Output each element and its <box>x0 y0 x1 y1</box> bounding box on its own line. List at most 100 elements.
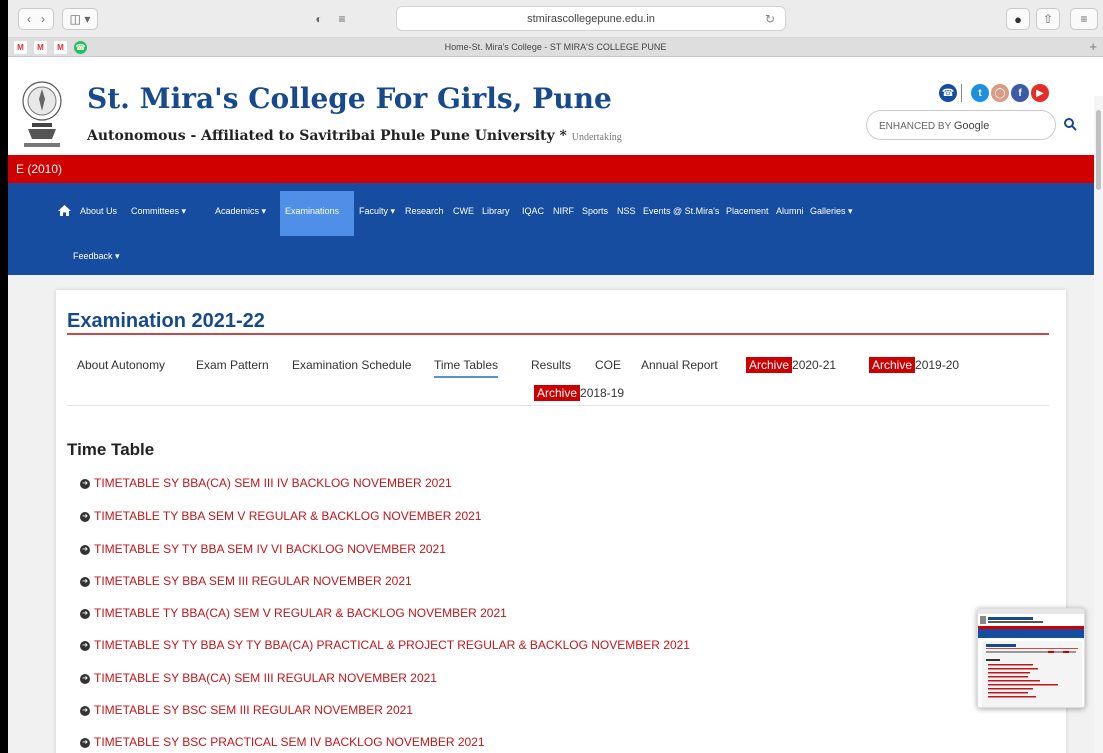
tab-exam-pattern[interactable]: Exam Pattern <box>196 358 269 372</box>
nav-events[interactable]: Events @ St.Mira's <box>638 191 724 236</box>
page-scrollbar[interactable] <box>1094 96 1103 753</box>
reader-button[interactable]: ≡ <box>332 8 352 30</box>
tab-overview-button[interactable]: ≡ <box>1070 8 1098 30</box>
search-brand-text: ENHANCED BY <box>879 121 952 132</box>
nav-about-us[interactable]: About Us <box>75 191 122 236</box>
timetable-link-label[interactable]: TIMETABLE SY BSC SEM III REGULAR NOVEMBE… <box>94 703 413 717</box>
share-button[interactable]: ⇧ <box>1036 8 1060 30</box>
nav-research[interactable]: Research <box>400 191 449 236</box>
timetable-link-label[interactable]: TIMETABLE SY BSC PRACTICAL SEM IV BACKLO… <box>94 735 485 749</box>
google-label: Google <box>953 120 990 132</box>
tab-annual-report[interactable]: Annual Report <box>641 358 718 372</box>
tab-archive-2018-19[interactable]: Archive 2018-19 <box>534 385 625 401</box>
archive-badge: Archive <box>869 357 916 373</box>
nav-alumni[interactable]: Alumni <box>771 191 809 236</box>
nav-academics[interactable]: Academics ▾ <box>210 191 271 236</box>
sidebar-icon: ◫ ▾ <box>69 12 91 26</box>
timetable-link-label[interactable]: TIMETABLE SY BBA SEM III REGULAR NOVEMBE… <box>94 574 412 588</box>
site-header: St. Mira's College For Girls, Pune Auton… <box>8 57 1103 155</box>
archive-badge: Archive <box>746 357 793 373</box>
nav-placement[interactable]: Placement <box>721 191 774 236</box>
twitter-icon[interactable]: t <box>971 84 989 102</box>
timetable-link[interactable]: ➜ TIMETABLE SY BSC SEM III REGULAR NOVEMB… <box>80 703 413 717</box>
tab-archive-2019-20[interactable]: Archive 2019-20 <box>869 357 960 373</box>
site-title[interactable]: St. Mira's College For Girls, Pune <box>87 82 612 115</box>
address-bar[interactable]: stmirascollegepune.edu.in ↻ <box>396 6 786 31</box>
arrow-circle-icon: ➜ <box>80 673 90 684</box>
tab-about-autonomy[interactable]: About Autonomy <box>77 358 165 372</box>
college-logo-icon[interactable] <box>18 81 66 153</box>
timetable-link[interactable]: ➜ TIMETABLE SY BSC PRACTICAL SEM IV BACKL… <box>80 735 485 749</box>
timetable-link-label[interactable]: TIMETABLE TY BBA(CA) SEM V REGULAR & BAC… <box>94 606 507 620</box>
main-nav: About Us Committees ▾ Academics ▾ Examin… <box>8 183 1103 275</box>
extension-button[interactable]: ● <box>1006 8 1030 30</box>
archive-year: 2018-19 <box>580 386 625 400</box>
nav-examinations[interactable]: Examinations <box>280 191 354 236</box>
back-forward-buttons[interactable]: ‹ › <box>18 8 54 30</box>
arrow-circle-icon: ➜ <box>80 705 90 716</box>
screenshot-thumbnail[interactable] <box>977 608 1085 708</box>
new-tab-button[interactable]: + <box>1089 39 1097 54</box>
timetable-link[interactable]: ➜ TIMETABLE TY BBA SEM V REGULAR & BACKLO… <box>80 509 481 523</box>
timetable-link-label[interactable]: TIMETABLE TY BBA SEM V REGULAR & BACKLOG… <box>94 509 481 523</box>
youtube-icon[interactable]: ▶ <box>1031 84 1049 102</box>
nav-faculty[interactable]: Faculty ▾ <box>354 191 400 236</box>
timetable-link-label[interactable]: TIMETABLE SY BBA(CA) SEM III REGULAR NOV… <box>94 671 437 685</box>
nav-committees[interactable]: Committees ▾ <box>126 191 191 236</box>
nav-sports[interactable]: Sports <box>577 191 613 236</box>
site-subtitle: Autonomous - Affiliated to Savitribai Ph… <box>87 128 622 144</box>
extension-icon: ● <box>1014 11 1022 27</box>
section-heading: Time Table <box>67 440 155 459</box>
home-icon[interactable] <box>58 205 71 216</box>
active-tab-title[interactable]: Home-St. Mira's College - ST MIRA'S COLL… <box>8 42 1103 52</box>
timetable-link-label[interactable]: TIMETABLE SY TY BBA SEM IV VI BACKLOG NO… <box>94 542 446 556</box>
back-icon[interactable]: ‹ <box>27 12 31 26</box>
timetable-link-label[interactable]: TIMETABLE SY TY BBA SY TY BBA(CA) PRACTI… <box>94 638 690 652</box>
arrow-circle-icon: ➜ <box>80 544 90 555</box>
nav-nirf[interactable]: NIRF <box>548 191 579 236</box>
thumbnail-preview-icon <box>978 609 1084 707</box>
tab-time-tables[interactable]: Time Tables <box>434 358 499 378</box>
nav-galleries[interactable]: Galleries ▾ <box>805 191 858 236</box>
timetable-link[interactable]: ➜ TIMETABLE TY BBA(CA) SEM V REGULAR & BA… <box>80 606 507 620</box>
undertaking-link[interactable]: Undertaking <box>572 132 622 143</box>
forward-icon[interactable]: › <box>41 12 45 26</box>
tab-examination-schedule[interactable]: Examination Schedule <box>292 358 411 372</box>
nav-cwe[interactable]: CWE <box>448 191 479 236</box>
instagram-icon[interactable]: ◯ <box>991 84 1009 102</box>
search-icon[interactable] <box>1063 117 1077 131</box>
url-text: stmirascollegepune.edu.in <box>527 12 655 25</box>
tab-archive-2020-21[interactable]: Archive 2020-21 <box>746 357 837 373</box>
tabs-icon: ≡ <box>1080 12 1088 26</box>
affiliation-text: Autonomous - Affiliated to Savitribai Ph… <box>87 128 555 144</box>
title-divider <box>67 333 1049 335</box>
search-input[interactable]: ENHANCED BY Google <box>866 110 1056 140</box>
timetable-link[interactable]: ➜ TIMETABLE SY BBA(CA) SEM III REGULAR NO… <box>80 671 437 685</box>
reload-icon[interactable]: ↻ <box>765 12 775 26</box>
ticker-text[interactable]: E (2010) <box>16 162 62 176</box>
timetable-link[interactable]: ➜ TIMETABLE SY BBA(CA) SEM III IV BACKLOG… <box>80 476 452 490</box>
sidebar-button[interactable]: ◫ ▾ <box>62 8 98 30</box>
asterisk-mark: * <box>559 128 567 144</box>
archive-year: 2019-20 <box>915 358 960 372</box>
timetable-link[interactable]: ➜ TIMETABLE SY BBA SEM III REGULAR NOVEMB… <box>80 574 412 588</box>
nav-library[interactable]: Library <box>477 191 515 236</box>
tab-coe[interactable]: COE <box>595 358 621 372</box>
arrow-circle-icon: ➜ <box>80 576 90 587</box>
arrow-circle-icon: ➜ <box>80 640 90 651</box>
privacy-shield-button[interactable]: ◐ <box>310 8 328 30</box>
facebook-icon[interactable]: f <box>1011 84 1029 102</box>
scrollbar-thumb[interactable] <box>1096 110 1101 190</box>
nav-nss[interactable]: NSS <box>612 191 641 236</box>
phone-icon[interactable]: ☎ <box>939 84 957 102</box>
timetable-link[interactable]: ➜ TIMETABLE SY TY BBA SEM IV VI BACKLOG N… <box>80 542 446 556</box>
nav-iqac[interactable]: IQAC <box>517 191 549 236</box>
tab-results[interactable]: Results <box>531 358 571 372</box>
timetable-link[interactable]: ➜ TIMETABLE SY TY BBA SY TY BBA(CA) PRACT… <box>80 638 690 652</box>
news-ticker[interactable]: E (2010) <box>8 155 1103 183</box>
timetable-link-label[interactable]: TIMETABLE SY BBA(CA) SEM III IV BACKLOG … <box>94 476 452 490</box>
shield-icon: ◐ <box>315 12 323 26</box>
archive-year: 2020-21 <box>792 358 837 372</box>
arrow-circle-icon: ➜ <box>80 478 90 489</box>
page-title: Examination 2021-22 <box>67 310 265 332</box>
